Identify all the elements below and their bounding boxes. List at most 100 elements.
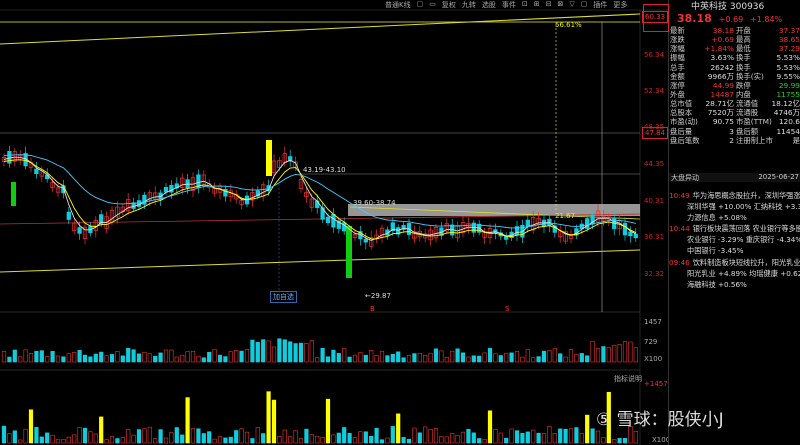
limit-up-candle (266, 140, 272, 176)
toolbar-item[interactable]: ▢ (417, 0, 424, 9)
volume-bar (406, 354, 412, 363)
volume-bar (320, 347, 325, 363)
add-watchlist-tag[interactable]: 加自选 (270, 291, 297, 303)
indicator-bar (196, 428, 201, 444)
indicator-label[interactable]: 指标说明 (614, 374, 642, 384)
volume-bar (315, 357, 320, 363)
stock-name: 中英科技 (691, 2, 728, 12)
quote-label: 盘后笔数 (670, 135, 700, 145)
volume-bar (66, 353, 71, 363)
news-item[interactable]: 阳光乳业 +4.89% 均瑶健康 +0.62% (669, 268, 800, 279)
volume-bar (163, 349, 169, 363)
quote-row: 振幅 3.63% 换手 5.53% (670, 53, 800, 62)
toolbar-item[interactable]: ⊡ (522, 0, 528, 9)
volume-bar (331, 349, 336, 363)
indicator-bar (315, 435, 320, 444)
quote-label: 换手 (736, 53, 751, 63)
indicator-bar (255, 427, 260, 444)
indicator-bar (336, 432, 341, 444)
limit-down-candle (346, 226, 352, 278)
volume-bar (217, 354, 223, 363)
channel-lower (0, 249, 641, 273)
volume-bar (271, 346, 277, 363)
volume-bar (460, 352, 466, 363)
news-item[interactable]: 农业银行 -3.29% 重庆银行 -4.34% (669, 234, 800, 245)
volume-bar (455, 348, 460, 363)
news-text: 力源信息 +5.08% (687, 213, 747, 223)
indicator-bar (369, 435, 374, 444)
indicator-bar (509, 428, 514, 444)
volume-bar (622, 341, 628, 363)
news-item[interactable]: 10:44 银行板块震荡回落 农业银行等多股 (669, 223, 800, 234)
toolbar-item[interactable]: 普通K线 (385, 0, 411, 9)
indicator-bar (325, 398, 331, 444)
volume-bar (309, 340, 314, 363)
toolbar-item[interactable]: ⊟ (546, 0, 552, 9)
toolbar-item[interactable]: 插件 (593, 0, 607, 9)
quote-row: 盘后笔数 2 注册制上市 是 (670, 136, 800, 145)
volume-bar (261, 339, 266, 363)
volume-bar (633, 347, 638, 363)
panel-toggle-button[interactable] (643, 4, 669, 32)
indicator-bar (612, 439, 617, 444)
indicator-bar (342, 427, 347, 444)
news-item[interactable]: 09:46 饮料制造板块短线拉升，阳光乳业 (669, 257, 800, 268)
volume-bar (55, 355, 61, 363)
toolbar-item[interactable]: ▽ (569, 0, 574, 9)
quote-label: 涨幅 (670, 44, 685, 54)
volume-bar (77, 350, 82, 363)
news-item[interactable]: 10:49 华为海思概念股拉升，深圳华强涨 (669, 190, 800, 201)
indicator-bar (7, 433, 12, 444)
toolbar-item[interactable]: ⊠ (557, 0, 563, 9)
toolbar-item[interactable]: 选股 (482, 0, 496, 9)
toolbar-item[interactable]: ▢ (581, 0, 588, 9)
news-item[interactable]: 深圳华强 +10.00% 汇纳科技 +3.35% (669, 201, 800, 212)
news-item[interactable]: 海融科技 +0.56% (669, 279, 800, 290)
volume-bar (444, 357, 449, 363)
news-header[interactable]: 大盘异动 2025-06-27 (669, 173, 800, 182)
candle (34, 168, 39, 175)
indicator-bar (228, 436, 233, 444)
marker-buy: B (370, 305, 375, 313)
indicator-bar (363, 431, 368, 444)
indicator-bar (88, 431, 93, 444)
toolbar-item[interactable]: 事件 (502, 0, 516, 9)
volume-bar (396, 351, 401, 363)
volume-bar (612, 344, 617, 363)
volume-bar (23, 349, 28, 363)
quote-value: 9966万 (707, 71, 734, 81)
indicator-bar (568, 428, 574, 444)
indicator-bar (622, 438, 628, 444)
indicator-bar (477, 438, 482, 444)
volume-bar (509, 352, 514, 363)
volume-axis-top: 1457 (644, 318, 662, 326)
indicator-bar (352, 437, 358, 444)
candle (628, 231, 633, 237)
volume-bar (385, 355, 390, 363)
news-header-date: 2025-06-27 (758, 173, 799, 181)
volume-bar (498, 355, 503, 363)
volume-bar (466, 356, 471, 363)
candle (525, 219, 530, 227)
volume-bar (223, 356, 228, 363)
volume-bar (50, 351, 55, 363)
price-line: 38.18 +0.69 +1.84% (677, 12, 782, 25)
news-item[interactable]: 力源信息 +5.08% (669, 212, 800, 223)
toolbar-item[interactable]: 复权 (442, 0, 456, 9)
toolbar-item[interactable]: ⊞ (534, 0, 540, 9)
indicator-bar (1, 425, 7, 444)
price-axis-current: 47.84 (642, 127, 669, 139)
news-text: 银行板块震荡回落 农业银行等多股 (692, 224, 800, 234)
toolbar-item[interactable]: 更多 (613, 0, 627, 9)
indicator-bar (169, 432, 174, 444)
news-item[interactable]: 中国银行 -3.45% (669, 245, 800, 256)
toolbar-item[interactable]: ▭ (429, 0, 436, 9)
indicator-bar (347, 432, 352, 444)
indicator-bar (18, 439, 23, 444)
volume-bar (628, 341, 633, 363)
indicator-bar (601, 437, 606, 444)
toolbar-item[interactable]: 九转 (462, 0, 476, 9)
indicator-bar (126, 429, 131, 444)
indicator-bar (277, 436, 282, 444)
price-axis-label: 44.35 (644, 160, 665, 168)
